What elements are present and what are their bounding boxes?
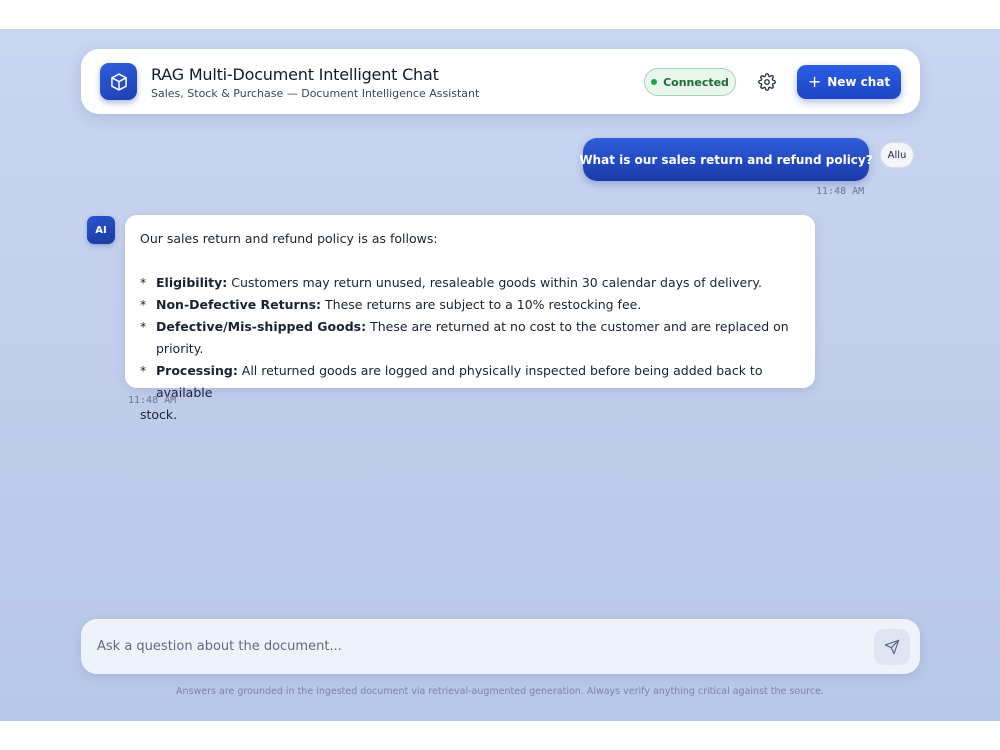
header-bar: RAG Multi-Document Intelligent Chat Sale… (81, 49, 920, 114)
list-item: * Eligibility: Customers may return unuse… (140, 275, 762, 290)
plus-icon: + (807, 72, 822, 91)
cube-icon (100, 63, 137, 100)
status-dot-icon (651, 79, 658, 85)
bullet-label: Eligibility: (156, 275, 228, 290)
list-item: * Processing: All returned goods are logg… (140, 363, 763, 400)
user-message-bubble: What is our sales return and refund poli… (579, 138, 873, 181)
gear-icon[interactable] (756, 71, 778, 93)
status-badge: Connected (644, 68, 736, 96)
ai-message-bubble: Our sales return and refund policy is as… (125, 215, 815, 422)
user-message-timestamp: 11:48 AM (816, 186, 865, 197)
app-title: RAG Multi-Document Intelligent Chat (151, 65, 439, 84)
question-input[interactable] (97, 619, 857, 674)
status-label: Connected (663, 75, 729, 89)
bullet-text: These returns are subject to a 10% resto… (321, 297, 642, 312)
ai-avatar: AI (87, 216, 115, 244)
list-item: * Non-Defective Returns: These returns ar… (140, 297, 642, 312)
new-chat-button[interactable]: + New chat (797, 65, 901, 99)
ai-message-timestamp: 11:48 AM (128, 395, 177, 406)
composer (81, 619, 920, 674)
new-chat-label: New chat (827, 75, 891, 89)
bullet-continuation: stock. (140, 407, 178, 422)
send-button[interactable] (874, 629, 910, 665)
send-icon (884, 639, 900, 655)
user-message-text: What is our sales return and refund poli… (579, 152, 873, 167)
list-item: * Defective/Mis-shipped Goods: These are … (140, 319, 789, 356)
bullet-label: Processing: (156, 363, 238, 378)
app-subtitle: Sales, Stock & Purchase — Document Intel… (151, 87, 480, 100)
bullet-label: Defective/Mis-shipped Goods: (156, 319, 367, 334)
bullet-text: All returned goods are logged and physic… (156, 363, 763, 400)
bullet-label: Non-Defective Returns: (156, 297, 322, 312)
ai-message-intro: Our sales return and refund policy is as… (140, 231, 438, 246)
user-avatar: Allu (880, 142, 914, 168)
disclaimer-text: Answers are grounded in the ingested doc… (176, 686, 824, 697)
bullet-text: Customers may return unused, resaleable … (227, 275, 762, 290)
